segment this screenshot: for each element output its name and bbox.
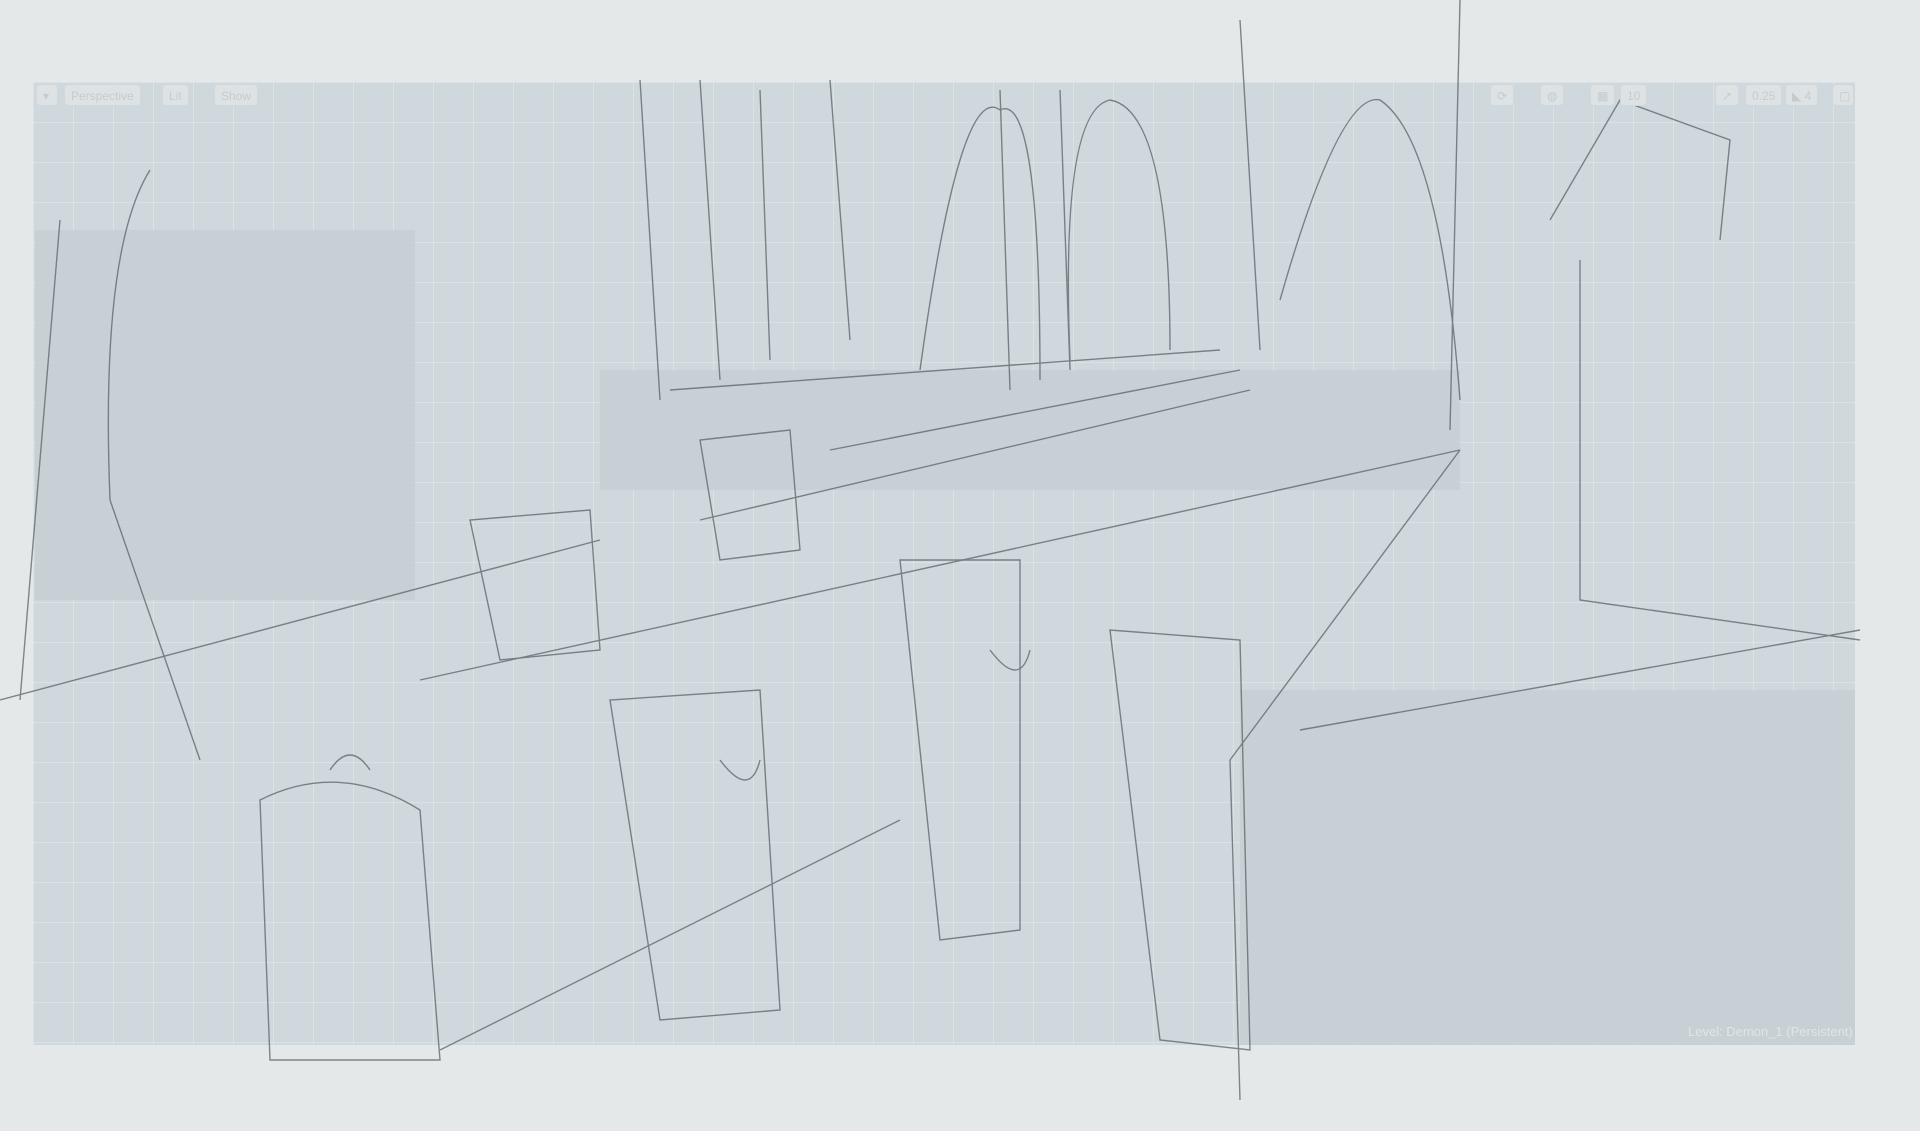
sketch-overlay	[0, 0, 1861, 1101]
speed-level[interactable]: ◣ 4	[1785, 84, 1819, 106]
level-name: Level: Demon_1 (Persistent)	[1688, 1024, 1853, 1039]
snap-value[interactable]: 10	[1620, 84, 1648, 106]
viewport-options-button[interactable]: ▾	[36, 84, 58, 106]
lit-button[interactable]: Lit	[162, 84, 189, 106]
camera-icon: ◣	[1792, 89, 1805, 103]
blockout-floor	[600, 370, 1460, 490]
rotate-snap-icon[interactable]: ⟳	[1490, 84, 1515, 106]
perspective-button[interactable]: Perspective	[64, 84, 141, 106]
camera-speed-value[interactable]: 0.25	[1745, 84, 1783, 106]
blockout-wall	[1240, 690, 1855, 1045]
maximize-icon: ▢	[1839, 89, 1851, 103]
maximize-button[interactable]: ▢	[1832, 84, 1854, 106]
show-button[interactable]: Show	[214, 84, 259, 106]
chevron-down-icon: ▾	[43, 89, 50, 103]
grid-snap-icon[interactable]: ▦	[1590, 84, 1616, 106]
blockout-wall	[35, 230, 415, 600]
world-icon[interactable]: ◍	[1540, 84, 1565, 106]
scale-icon[interactable]: ↗	[1715, 84, 1740, 106]
